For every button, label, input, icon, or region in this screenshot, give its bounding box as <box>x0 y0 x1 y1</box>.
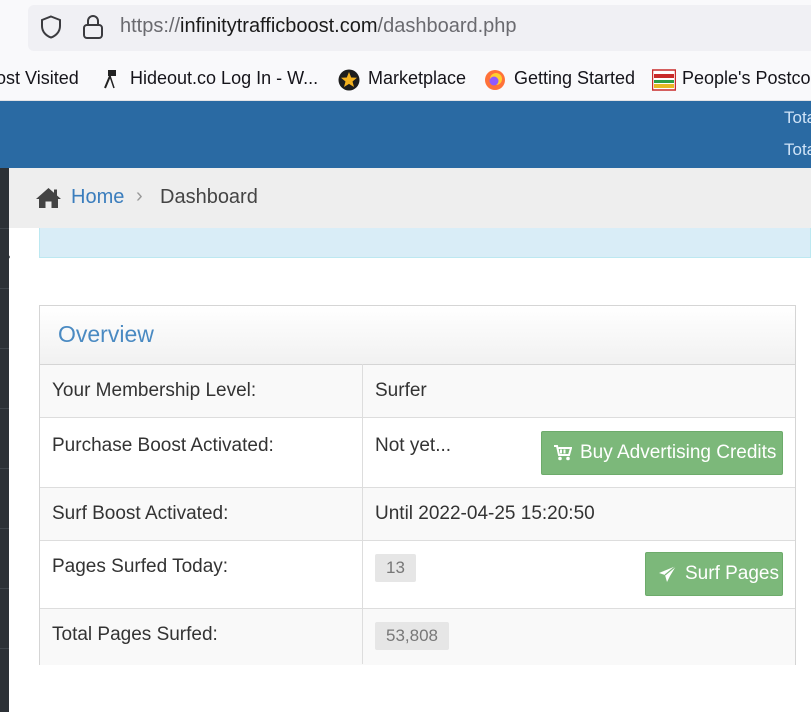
url-scheme: https:// <box>120 15 181 37</box>
bookmark-hideout[interactable]: Hideout.co Log In - W... <box>100 68 318 89</box>
site-header: Tota Tota <box>0 101 811 168</box>
breadcrumb: Home › Dashboard <box>9 168 811 228</box>
table-row: Total Pages Surfed: 53,808 <box>40 608 795 665</box>
pages-surfed-today-label: Pages Surfed Today: <box>52 556 229 577</box>
buy-advertising-credits-button[interactable]: Buy Advertising Credits <box>541 431 783 475</box>
purchase-boost-value: Not yet... <box>375 435 452 456</box>
firefox-icon <box>484 69 505 90</box>
url-domain: infinitytrafficboost.com <box>180 15 378 37</box>
star-badge-icon <box>338 69 360 90</box>
surf-boost-label: Surf Boost Activated: <box>52 503 229 524</box>
surf-button-label: Surf Pages <box>685 563 779 584</box>
lamp-icon <box>100 69 120 89</box>
home-icon[interactable] <box>35 187 62 209</box>
bookmark-label: ost Visited <box>0 68 79 88</box>
total-pages-surfed-badge: 53,808 <box>375 622 449 650</box>
pages-surfed-today-badge: 13 <box>375 554 416 582</box>
surf-pages-button[interactable]: Surf Pages <box>645 552 783 596</box>
bookmark-getting-started[interactable]: Getting Started <box>484 68 636 90</box>
breadcrumb-home-link[interactable]: Home <box>71 186 124 209</box>
column-divider <box>362 364 363 664</box>
bookmark-marketplace[interactable]: Marketplace <box>338 68 467 90</box>
membership-level-label: Your Membership Level: <box>52 380 257 401</box>
header-stat-total-2: Tota <box>784 140 811 159</box>
browser-url-bar: https://infinitytrafficboost.com/dashboa… <box>0 0 811 56</box>
paper-plane-icon <box>659 565 677 582</box>
buy-button-label: Buy Advertising Credits <box>580 442 777 463</box>
postcode-icon <box>651 68 677 91</box>
bookmark-label: People's Postcod <box>682 68 811 88</box>
bookmark-label: Hideout.co Log In - W... <box>130 68 319 88</box>
shield-icon[interactable] <box>40 15 62 39</box>
url-text[interactable]: https://infinitytrafficboost.com/dashboa… <box>120 15 517 38</box>
overview-panel: Overview Your Membership Level: Surfer P… <box>39 305 796 665</box>
bookmark-most-visited[interactable]: ost Visited <box>0 68 79 89</box>
bookmark-label: Marketplace <box>368 68 467 88</box>
cart-icon <box>554 445 572 461</box>
table-row: Purchase Boost Activated: Not yet... Buy… <box>40 417 795 488</box>
panel-heading: Overview <box>40 306 795 365</box>
table-row: Surf Boost Activated: Until 2022-04-25 1… <box>40 487 795 541</box>
bookmark-label: Getting Started <box>514 68 636 88</box>
breadcrumb-separator: › <box>136 185 143 207</box>
lock-icon[interactable] <box>82 14 104 40</box>
table-row: Your Membership Level: Surfer <box>40 365 795 417</box>
membership-level-value: Surfer <box>375 380 427 401</box>
purchase-boost-label: Purchase Boost Activated: <box>52 435 274 456</box>
header-stat-total: Tota <box>784 108 811 127</box>
total-pages-surfed-label: Total Pages Surfed: <box>52 624 218 645</box>
bookmarks-toolbar: ost Visited Hideout.co Log In - W... Mar… <box>0 56 811 101</box>
bookmark-peoples-postcode[interactable]: People's Postcod <box>651 68 811 91</box>
surf-boost-value: Until 2022-04-25 15:20:50 <box>375 503 595 524</box>
table-row: Pages Surfed Today: 13 Surf Pages <box>40 540 795 609</box>
url-path: /dashboard.php <box>377 15 517 37</box>
breadcrumb-current: Dashboard <box>160 186 258 208</box>
panel-title: Overview <box>58 321 154 347</box>
sidebar-toggle-arrow[interactable] <box>0 240 10 274</box>
info-alert <box>39 228 811 258</box>
